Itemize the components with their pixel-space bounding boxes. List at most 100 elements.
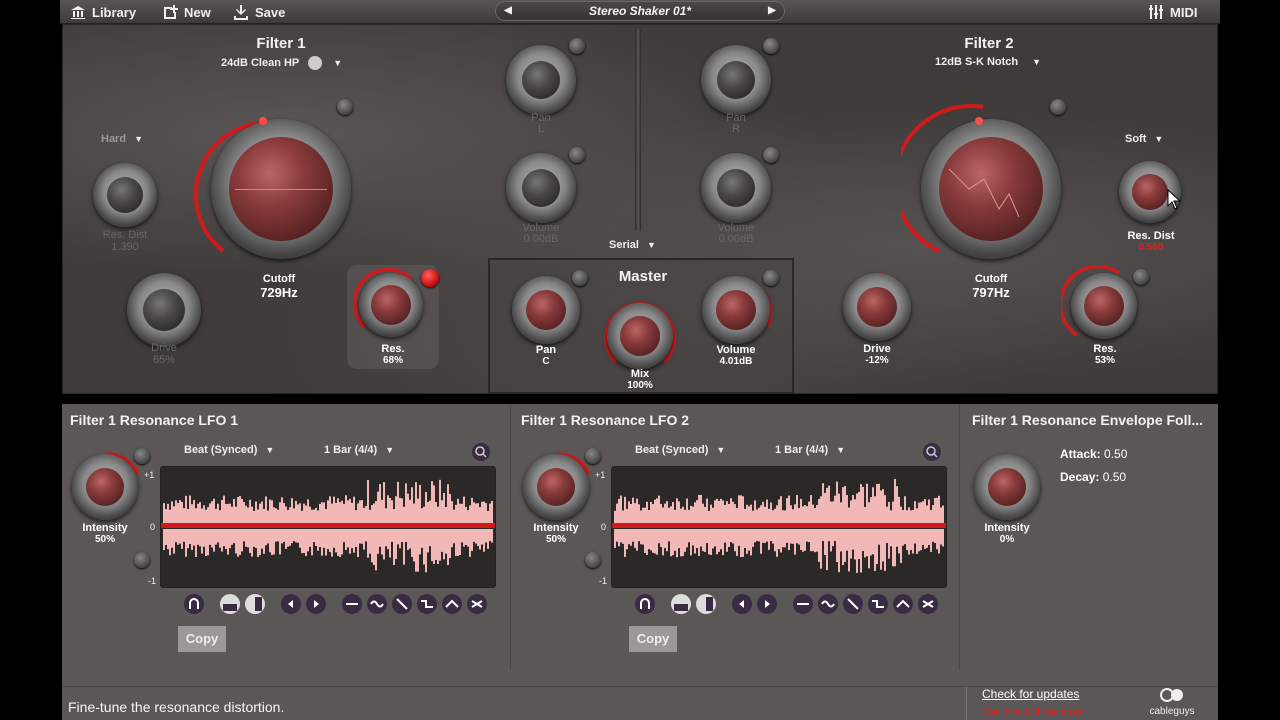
library-button[interactable]: Library xyxy=(70,3,136,21)
lfo1-shape-buttons xyxy=(184,594,487,614)
lfo2-intensity-mod-button[interactable] xyxy=(585,448,601,464)
cableguys-logo: cableguys xyxy=(1142,687,1202,717)
flat-wave-icon[interactable] xyxy=(342,594,362,614)
master-mix-knob[interactable] xyxy=(607,303,673,369)
lfo2-mode-dropdown[interactable]: Beat (Synced) ▼ xyxy=(635,444,725,456)
chevron-down-icon: ▼ xyxy=(265,445,275,455)
zoom-icon[interactable] xyxy=(923,443,941,461)
flat-wave-icon[interactable] xyxy=(793,594,813,614)
brand-name: cableguys xyxy=(1149,706,1195,717)
filter1-dist-dropdown[interactable]: Hard ▼ xyxy=(101,133,143,145)
sine-wave-icon[interactable] xyxy=(818,594,838,614)
mouse-cursor-icon xyxy=(1167,189,1182,210)
filter1-cutoff-mod-button[interactable] xyxy=(337,99,353,115)
chevron-down-icon: ▼ xyxy=(333,57,343,68)
lfo1-mode-dropdown[interactable]: Beat (Synced) ▼ xyxy=(184,444,274,456)
filter2-cutoff-knob[interactable] xyxy=(921,117,1061,259)
filter1-drive-value: 65% xyxy=(152,354,176,366)
lfo2-phase-button[interactable] xyxy=(585,552,601,568)
status-bar: Fine-tune the resonance distortion. Chec… xyxy=(62,686,1218,720)
filter1-res-knob[interactable] xyxy=(359,273,423,337)
chevron-down-icon: ▼ xyxy=(1032,57,1042,67)
zoom-icon[interactable] xyxy=(472,443,490,461)
square-wave-icon[interactable] xyxy=(868,594,888,614)
app-window: Library New Save ◀ Stereo Shaker 01* ▶ M… xyxy=(0,0,1280,720)
preset-selector[interactable]: ◀ Stereo Shaker 01* ▶ xyxy=(495,1,785,21)
shift-right-icon[interactable] xyxy=(757,594,777,614)
routing-dropdown[interactable]: Serial ▼ xyxy=(609,239,656,251)
chevron-down-icon: ▼ xyxy=(836,445,846,455)
triangle-wave-icon[interactable] xyxy=(893,594,913,614)
filter2-drive-knob[interactable] xyxy=(843,273,911,341)
shift-right-icon[interactable] xyxy=(306,594,326,614)
next-preset-icon[interactable]: ▶ xyxy=(762,2,782,20)
envelope-decay-control[interactable]: Decay: 0.50 xyxy=(1060,470,1126,484)
routing-value: Serial xyxy=(609,239,639,251)
filter2-cutoff-mod-button[interactable] xyxy=(1050,99,1066,115)
volume1-knob[interactable] xyxy=(506,153,576,223)
prev-preset-icon[interactable]: ◀ xyxy=(498,2,518,20)
full-version-link[interactable]: Get the full version! xyxy=(982,705,1085,719)
pan-right-mod-button[interactable] xyxy=(763,38,779,54)
half-circle-down-icon[interactable] xyxy=(220,594,240,614)
arch-shape-icon[interactable] xyxy=(184,594,204,614)
midi-button[interactable]: MIDI xyxy=(1148,3,1197,21)
lfo1-phase-button[interactable] xyxy=(134,552,150,568)
filter2-res-dist-label: Res. Dist xyxy=(1127,230,1175,242)
lfo1-intensity-knob[interactable] xyxy=(72,454,138,520)
filter1-res-dist-knob[interactable] xyxy=(93,163,157,227)
filter1-cutoff-knob[interactable] xyxy=(211,117,351,259)
half-circle-down-icon[interactable] xyxy=(671,594,691,614)
square-wave-icon[interactable] xyxy=(417,594,437,614)
volume1-mod-button[interactable] xyxy=(569,147,585,163)
save-button[interactable]: Save xyxy=(233,3,285,21)
pan-right-knob[interactable] xyxy=(701,45,771,115)
half-circle-right-icon[interactable] xyxy=(245,594,265,614)
lfo2-intensity-knob[interactable] xyxy=(523,454,589,520)
ramp-down-icon[interactable] xyxy=(843,594,863,614)
filter1-drive-knob[interactable] xyxy=(127,273,201,347)
lfo1-waveform-editor[interactable] xyxy=(160,466,496,588)
sine-wave-icon[interactable] xyxy=(367,594,387,614)
filter1-res-mod-button[interactable] xyxy=(421,269,439,287)
volume2-knob[interactable] xyxy=(701,153,771,223)
master-volume-mod-button[interactable] xyxy=(763,270,779,286)
filter2-res-knob[interactable] xyxy=(1071,273,1137,339)
arch-shape-icon[interactable] xyxy=(635,594,655,614)
filter1-type-dropdown[interactable]: 24dB Clean HP ▼ xyxy=(221,56,342,70)
new-button[interactable]: New xyxy=(162,3,211,21)
filter1-res-dist-value: 1.390 xyxy=(111,241,139,253)
lfo2-copy-button[interactable]: Copy xyxy=(629,626,677,652)
filter2-dist-dropdown[interactable]: Soft ▼ xyxy=(1125,133,1163,145)
filter2-type-dropdown[interactable]: 12dB S-K Notch ▼ xyxy=(935,56,1041,68)
triangle-wave-icon[interactable] xyxy=(442,594,462,614)
shift-left-icon[interactable] xyxy=(732,594,752,614)
check-updates-link[interactable]: Check for updates xyxy=(982,687,1079,701)
center-divider xyxy=(635,29,641,231)
lfo1-axis-mid: 0 xyxy=(150,522,156,532)
filter2-res-mod-button[interactable] xyxy=(1133,269,1149,285)
lfo1-intensity-value: 50% xyxy=(94,534,115,545)
lfo1-copy-button[interactable]: Copy xyxy=(178,626,226,652)
lfo2-length-dropdown[interactable]: 1 Bar (4/4) ▼ xyxy=(775,444,845,456)
lfo-curve-line xyxy=(612,523,946,528)
pan-left-knob[interactable] xyxy=(506,45,576,115)
midi-label: MIDI xyxy=(1170,4,1198,20)
shift-left-icon[interactable] xyxy=(281,594,301,614)
master-pan-mod-button[interactable] xyxy=(572,270,588,286)
half-circle-right-icon[interactable] xyxy=(696,594,716,614)
lfo1-intensity-mod-button[interactable] xyxy=(134,448,150,464)
random-wave-icon[interactable] xyxy=(918,594,938,614)
volume2-mod-button[interactable] xyxy=(763,147,779,163)
lfo1-length-dropdown[interactable]: 1 Bar (4/4) ▼ xyxy=(324,444,394,456)
envelope-attack-control[interactable]: Attack: 0.50 xyxy=(1060,447,1127,461)
master-pan-knob[interactable] xyxy=(512,276,580,344)
filter2-type: 12dB S-K Notch xyxy=(935,56,1019,68)
envelope-intensity-knob[interactable] xyxy=(974,454,1040,520)
master-volume-knob[interactable] xyxy=(702,276,770,344)
ramp-down-icon[interactable] xyxy=(392,594,412,614)
pan-left-mod-button[interactable] xyxy=(569,38,585,54)
random-wave-icon[interactable] xyxy=(467,594,487,614)
master-mix-label: Mix xyxy=(630,368,650,380)
lfo2-waveform-editor[interactable] xyxy=(611,466,947,588)
